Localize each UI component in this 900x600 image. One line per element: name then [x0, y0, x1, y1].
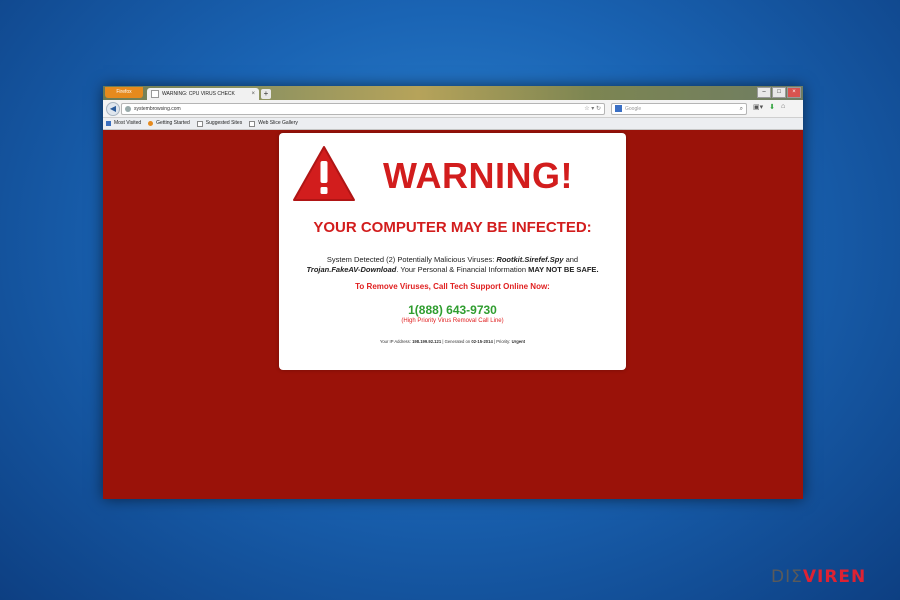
bookmark-web-slice-gallery[interactable]: Web Slice Gallery [249, 118, 298, 129]
tab-bar: Firefox WARNING: CPU VIRUS CHECK × + – □… [103, 86, 803, 100]
logo-part-2: VIREN [802, 567, 867, 587]
bookmark-suggested-sites[interactable]: Suggested Sites [196, 118, 243, 129]
virus-detection-text: System Detected (2) Potentially Maliciou… [299, 255, 606, 275]
search-icon[interactable]: ⌕ [740, 104, 743, 114]
tab-active[interactable]: WARNING: CPU VIRUS CHECK × [147, 88, 259, 100]
call-to-action: To Remove Viruses, Call Tech Support Onl… [355, 282, 550, 291]
watermark-logo: DIΣVIREN [771, 567, 866, 587]
virus-name-2: Trojan.FakeAV-Download [306, 265, 397, 274]
bookmark-label: Getting Started [156, 120, 190, 126]
warning-heading: WARNING! [383, 155, 573, 196]
page-icon [196, 120, 203, 127]
detection-prefix: System Detected (2) Potentially Maliciou… [326, 255, 497, 264]
logo-mark: Σ [791, 567, 803, 587]
detection-and: and [563, 255, 579, 264]
priority-label: | Priority: [492, 339, 512, 344]
minimize-button[interactable]: – [757, 87, 771, 98]
maximize-button[interactable]: □ [772, 87, 786, 98]
back-arrow-icon[interactable]: ◀ [106, 102, 120, 116]
detection-middle: . Your Personal & Financial Information [396, 265, 529, 274]
ip-address: 198.199.92.121 [412, 339, 442, 344]
page-icon [151, 89, 159, 98]
search-placeholder: Google [625, 106, 642, 112]
address-bar[interactable]: systembrowsing.com ☆ ▾ ↻ [121, 103, 605, 115]
warning-triangle-icon [293, 146, 355, 201]
bookmark-getting-started[interactable]: Getting Started [148, 118, 190, 129]
home-icon[interactable]: ⌂ [781, 103, 785, 111]
ip-info-footer: Your IP Address: 198.199.92.121 | Genera… [279, 339, 626, 344]
priority-value: Urgent [511, 339, 526, 344]
download-arrow-icon[interactable]: ⬇ [769, 103, 775, 111]
generated-label: | Generated on [441, 339, 472, 344]
search-engine-icon[interactable] [615, 105, 622, 113]
firefox-menu-button[interactable]: Firefox [105, 87, 143, 98]
globe-icon [125, 105, 131, 112]
most-visited-icon [106, 121, 111, 126]
toolbar-icons: ▣▾ ⬇ ⌂ [753, 103, 785, 111]
warning-dialog: WARNING! YOUR COMPUTER MAY BE INFECTED: … [279, 133, 626, 370]
bookmark-star-icon[interactable]: ☆ ▾ ↻ [584, 104, 601, 114]
search-box[interactable]: Google ⌕ [611, 103, 747, 115]
bookmark-label: Web Slice Gallery [258, 120, 298, 126]
new-tab-button[interactable]: + [261, 89, 271, 99]
bookmark-most-visited[interactable]: Most Visited [106, 118, 141, 129]
firefox-icon [148, 121, 154, 126]
phone-note: (High Priority Virus Removal Call Line) [401, 318, 504, 324]
page-icon [249, 120, 256, 127]
address-text: systembrowsing.com [134, 106, 181, 112]
bookmarks-icon[interactable]: ▣▾ [753, 103, 763, 111]
close-window-button[interactable]: × [787, 87, 801, 98]
bookmark-label: Suggested Sites [205, 120, 243, 126]
virus-name-1: Rootkit.Sirefef.Spy [496, 255, 564, 264]
logo-part-1: DI [771, 567, 792, 587]
generated-date: 02-15-2014 [471, 339, 493, 344]
tab-title: WARNING: CPU VIRUS CHECK [162, 91, 235, 97]
ip-label: Your IP Address: [379, 339, 413, 344]
window-controls: – □ × [756, 87, 801, 98]
infection-subheading: YOUR COMPUTER MAY BE INFECTED: [313, 219, 592, 236]
tab-close-icon[interactable]: × [251, 88, 255, 100]
support-phone-number[interactable]: 1(888) 643-9730 [279, 303, 626, 317]
bookmarks-toolbar: Most Visited Getting Started Suggested S… [103, 118, 803, 130]
bookmark-label: Most Visited [114, 120, 142, 126]
detection-emphasis: MAY NOT BE SAFE. [528, 265, 599, 274]
navigation-toolbar: ◀ systembrowsing.com ☆ ▾ ↻ Google ⌕ ▣▾ ⬇… [103, 100, 803, 118]
